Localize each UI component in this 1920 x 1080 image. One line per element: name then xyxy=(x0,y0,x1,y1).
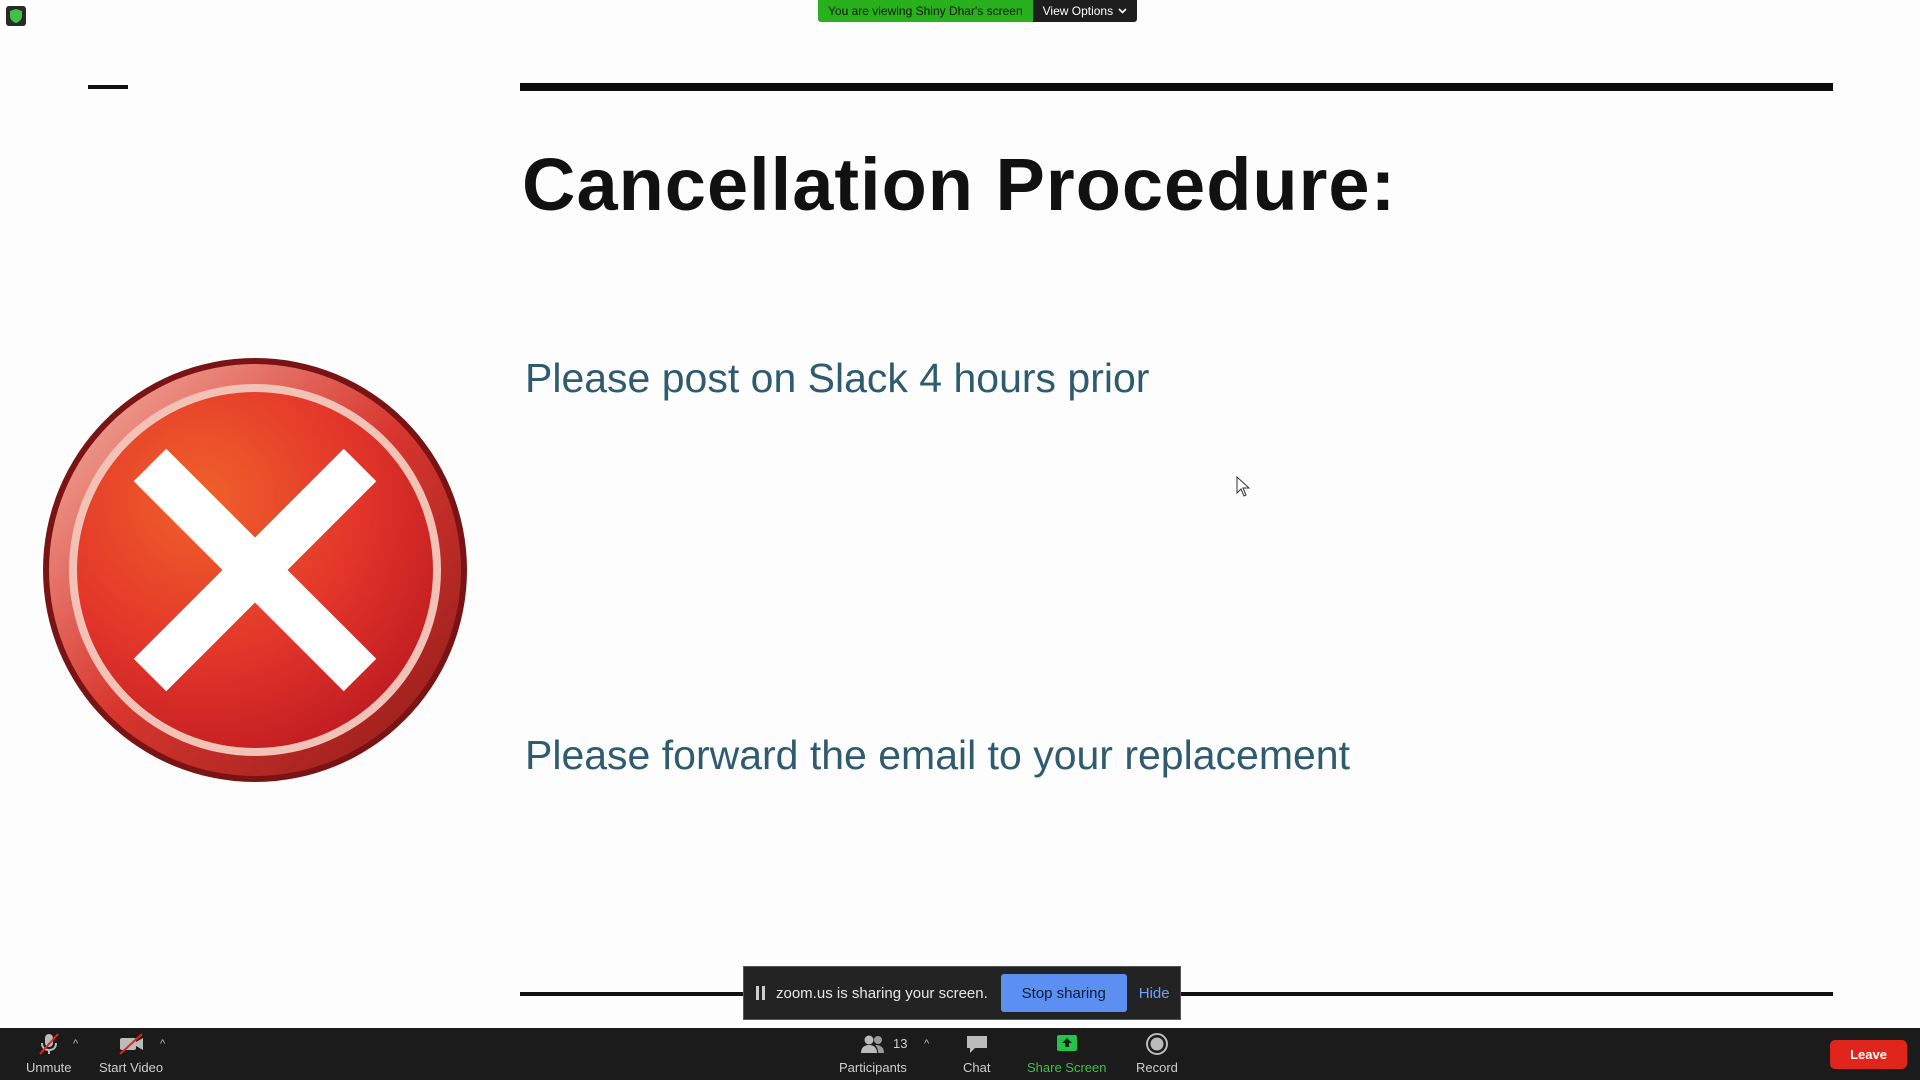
slide-bullet-1: Please post on Slack 4 hours prior xyxy=(525,355,1150,401)
participants-count: 13 xyxy=(893,1036,908,1051)
leave-button[interactable]: Leave xyxy=(1830,1040,1907,1069)
screen-sharing-bar: zoom.us is sharing your screen. Stop sha… xyxy=(743,966,1181,1020)
chat-icon xyxy=(966,1036,987,1053)
audio-options-caret-icon[interactable]: ^ xyxy=(73,1038,78,1050)
share-screen-icon xyxy=(1056,1035,1077,1051)
viewing-status-text: You are viewing Shiny Dhar's screen xyxy=(818,0,1033,22)
chevron-down-icon xyxy=(1118,8,1127,14)
slide-title: Cancellation Procedure: xyxy=(522,143,1397,226)
slide-bullet-2: Please forward the email to your replace… xyxy=(525,732,1350,778)
video-options-caret-icon[interactable]: ^ xyxy=(160,1038,165,1050)
cancel-x-icon xyxy=(43,358,467,782)
viewing-banner: You are viewing Shiny Dhar's screen View… xyxy=(818,0,1138,22)
chat-button[interactable]: Chat xyxy=(963,1032,990,1075)
meeting-toolbar xyxy=(0,1028,1920,1080)
participants-label: Participants xyxy=(839,1060,907,1075)
mouse-cursor-icon xyxy=(1236,476,1251,497)
record-icon xyxy=(1145,1033,1168,1055)
start-video-label: Start Video xyxy=(99,1060,164,1075)
chat-label: Chat xyxy=(963,1060,991,1075)
video-off-icon xyxy=(119,1033,144,1055)
sharing-message: zoom.us is sharing your screen. xyxy=(776,984,988,1002)
share-screen-button[interactable]: Share Screen xyxy=(1027,1032,1107,1075)
stop-sharing-button[interactable]: Stop sharing xyxy=(1000,974,1127,1012)
unmute-button[interactable]: Unmute xyxy=(26,1032,72,1075)
shared-slide: Cancellation Procedure: Please post on S… xyxy=(0,0,1920,1028)
security-shield-icon[interactable] xyxy=(6,6,26,26)
start-video-button[interactable]: Start Video xyxy=(99,1032,163,1075)
share-screen-label: Share Screen xyxy=(1027,1060,1107,1075)
pause-icon[interactable] xyxy=(756,986,766,1000)
record-label: Record xyxy=(1136,1060,1178,1075)
unmute-label: Unmute xyxy=(26,1060,72,1075)
participants-icon xyxy=(860,1035,884,1053)
slide-accent-line xyxy=(88,85,128,89)
record-button[interactable]: Record xyxy=(1136,1032,1178,1075)
participants-options-caret-icon[interactable]: ^ xyxy=(924,1038,929,1050)
hide-button[interactable]: Hide xyxy=(1139,985,1170,1002)
view-options-button[interactable]: View Options xyxy=(1032,0,1138,22)
slide-top-rule xyxy=(520,83,1833,91)
muted-microphone-icon xyxy=(39,1033,59,1055)
view-options-label: View Options xyxy=(1042,4,1114,18)
